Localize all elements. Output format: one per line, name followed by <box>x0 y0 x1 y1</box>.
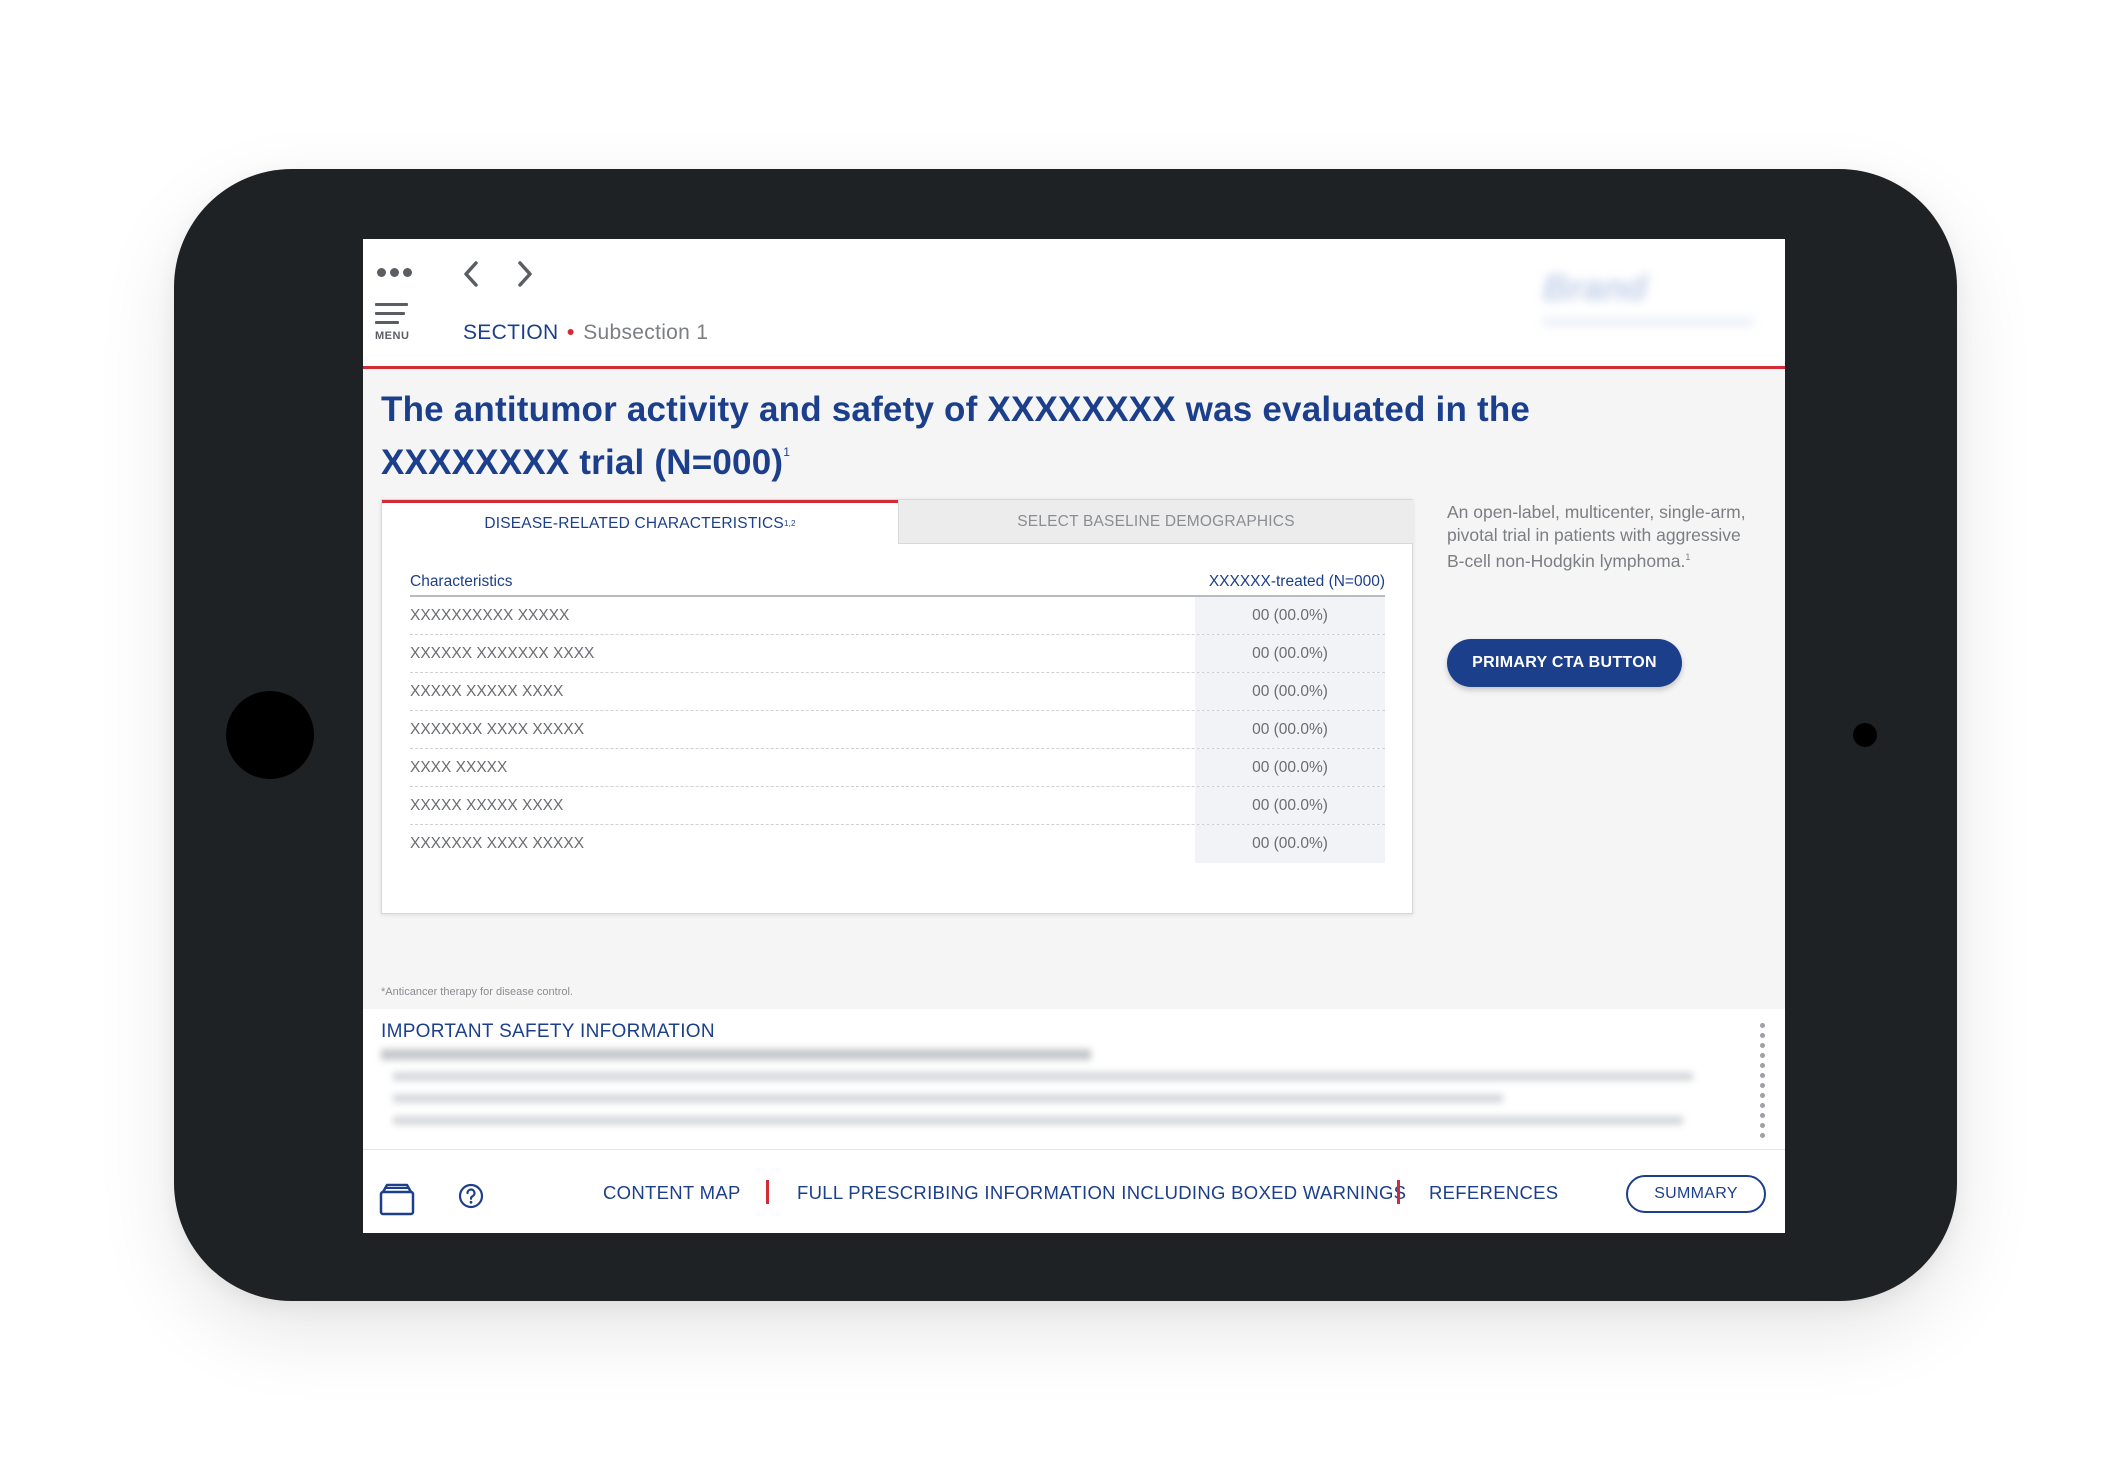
table-row: XXXXXXX XXXX XXXXX 00 (00.0%) <box>410 825 1385 863</box>
home-button[interactable] <box>226 691 314 779</box>
table-cell-value: 00 (00.0%) <box>1195 597 1385 634</box>
column-header-treated: XXXXXX-treated (N=000) <box>1208 573 1385 590</box>
page-title: The antitumor activity and safety of XXX… <box>381 390 1531 482</box>
breadcrumb: SECTION ● Subsection 1 <box>463 321 708 345</box>
brand-logo-wordmark: Brand <box>1543 267 1648 308</box>
table-cell-value: 00 (00.0%) <box>1195 711 1385 748</box>
table-cell-value: 00 (00.0%) <box>1195 825 1385 863</box>
help-icon[interactable] <box>458 1183 484 1214</box>
summary-button[interactable]: SUMMARY <box>1626 1175 1766 1213</box>
archive-box-icon[interactable] <box>379 1182 415 1221</box>
tab-disease-characteristics[interactable]: DISEASE-RELATED CHARACTERISTICS 1,2 <box>382 500 898 544</box>
table-cell-value: 00 (00.0%) <box>1195 673 1385 710</box>
more-options-icon[interactable] <box>377 265 417 279</box>
isi-title[interactable]: IMPORTANT SAFETY INFORMATION <box>381 1021 715 1043</box>
data-card: DISEASE-RELATED CHARACTERISTICS 1,2 SELEC… <box>381 499 1413 914</box>
table-row: XXXXXX XXXXXXX XXXX 00 (00.0%) <box>410 635 1385 673</box>
hamburger-icon <box>375 303 408 306</box>
table-cell-value: 00 (00.0%) <box>1195 749 1385 786</box>
menu-button[interactable]: MENU <box>375 303 415 347</box>
tab-baseline-demographics[interactable]: SELECT BASELINE DEMOGRAPHICS <box>898 500 1413 544</box>
table-row: XXXXXXX XXXX XXXXX 00 (00.0%) <box>410 711 1385 749</box>
forward-arrow-icon[interactable] <box>510 257 540 291</box>
isi-blurred-text <box>381 1049 1721 1138</box>
bottom-toolbar: CONTENT MAP FULL PRESCRIBING INFORMATION… <box>363 1149 1785 1233</box>
breadcrumb-separator: ● <box>566 323 576 339</box>
primary-cta-button[interactable]: PRIMARY CTA BUTTON <box>1447 639 1682 687</box>
full-prescribing-info-link[interactable]: FULL PRESCRIBING INFORMATION INCLUDING B… <box>797 1182 1406 1204</box>
isi-scrollbar[interactable] <box>1760 1023 1766 1143</box>
references-link[interactable]: REFERENCES <box>1429 1182 1558 1204</box>
column-header-characteristics: Characteristics <box>410 573 513 590</box>
table-cell-value: 00 (00.0%) <box>1195 787 1385 824</box>
breadcrumb-subsection: Subsection 1 <box>583 321 709 344</box>
divider <box>766 1180 769 1204</box>
menu-label: MENU <box>375 330 410 342</box>
content-map-link[interactable]: CONTENT MAP <box>603 1182 741 1204</box>
table-row: XXXXXXXXXX XXXXX 00 (00.0%) <box>410 597 1385 635</box>
table-row: XXXXX XXXXX XXXX 00 (00.0%) <box>410 673 1385 711</box>
table-row: XXXX XXXXX 00 (00.0%) <box>410 749 1385 787</box>
isi-panel: IMPORTANT SAFETY INFORMATION <box>363 1009 1785 1149</box>
table-cell-value: 00 (00.0%) <box>1195 635 1385 672</box>
table-row: XXXXX XXXXX XXXX 00 (00.0%) <box>410 787 1385 825</box>
table-header: Characteristics XXXXXX-treated (N=000) <box>410 570 1385 597</box>
app-screen: MENU SECTION ● Subsection 1 Brand The anti… <box>363 239 1785 1233</box>
divider <box>1397 1180 1400 1204</box>
camera <box>1853 723 1877 747</box>
characteristics-table: Characteristics XXXXXX-treated (N=000) X… <box>410 570 1385 863</box>
breadcrumb-section[interactable]: SECTION <box>463 321 558 344</box>
header: MENU SECTION ● Subsection 1 Brand <box>363 239 1785 369</box>
brand-logo: Brand <box>1543 267 1763 337</box>
back-arrow-icon[interactable] <box>456 257 486 291</box>
trial-description: An open-label, multicenter, single-arm, … <box>1447 502 1746 571</box>
footnote: *Anticancer therapy for disease control. <box>381 986 573 998</box>
